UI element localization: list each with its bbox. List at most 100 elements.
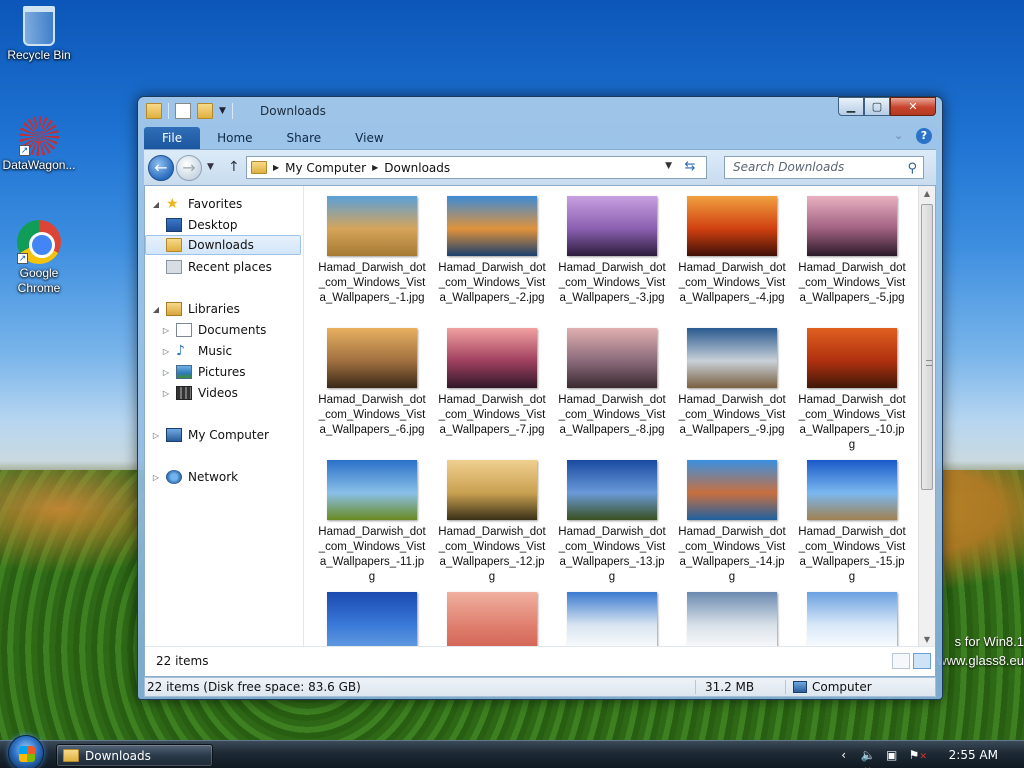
file-name: Hamad_Darwish_dot_com_Windows_Vista_Wall… xyxy=(798,262,906,304)
nav-item-my-computer[interactable]: ▷ My Computer xyxy=(151,425,269,445)
expand-arrow-icon[interactable]: ▷ xyxy=(161,368,171,377)
expand-arrow-icon[interactable]: ▷ xyxy=(151,473,161,482)
file-tile[interactable]: Hamad_Darwish_dot_com_Windows_Vista_Wall… xyxy=(557,196,667,306)
file-tile[interactable]: Hamad_Darwish_dot_com_Windows_Vista_Wall… xyxy=(317,328,427,438)
search-icon[interactable]: ⚲ xyxy=(907,158,917,179)
file-tile[interactable]: Hamad_Darwish_dot_com_Windows_Vista_Wall… xyxy=(557,460,667,585)
file-tile[interactable] xyxy=(557,592,667,648)
action-center-icon[interactable]: ⚑✕ xyxy=(909,748,927,762)
file-tile[interactable]: Hamad_Darwish_dot_com_Windows_Vista_Wall… xyxy=(557,328,667,438)
folder-icon xyxy=(251,161,267,174)
desktop-icon-google-chrome[interactable]: ↗ Google Chrome xyxy=(1,220,77,296)
expand-arrow-icon[interactable]: ▷ xyxy=(151,431,161,440)
nav-item-desktop[interactable]: Desktop xyxy=(166,215,238,235)
start-button[interactable] xyxy=(8,735,44,768)
breadcrumb-my-computer[interactable]: My Computer xyxy=(285,161,366,175)
nav-item-downloads[interactable]: Downloads xyxy=(145,235,301,255)
up-button[interactable]: ↑ xyxy=(228,159,240,175)
file-tile[interactable]: Hamad_Darwish_dot_com_Windows_Vista_Wall… xyxy=(317,460,427,585)
file-tile[interactable]: Hamad_Darwish_dot_com_Windows_Vista_Wall… xyxy=(797,196,907,306)
nav-item-favorites[interactable]: ◢ ★ Favorites xyxy=(151,194,242,214)
breadcrumb-separator-icon[interactable]: ▶ xyxy=(273,163,279,172)
vertical-scrollbar[interactable]: ▲ ▼ xyxy=(918,186,935,648)
show-hidden-icons-chevron-icon[interactable]: ‹ xyxy=(837,748,851,762)
address-bar[interactable]: ▶ My Computer ▶ Downloads ▼ ⇆ xyxy=(246,156,707,179)
breadcrumb-separator-icon[interactable]: ▶ xyxy=(372,163,378,172)
expand-ribbon-icon[interactable]: ⌄ xyxy=(894,129,908,143)
file-tile[interactable]: Hamad_Darwish_dot_com_Windows_Vista_Wall… xyxy=(677,196,787,306)
search-input[interactable]: Search Downloads ⚲ xyxy=(724,156,924,179)
view-switcher xyxy=(892,653,931,669)
collapse-arrow-icon[interactable]: ◢ xyxy=(151,305,161,314)
nav-item-music[interactable]: ▷ ♪ Music xyxy=(161,341,232,361)
nav-item-network[interactable]: ▷ Network xyxy=(151,467,238,487)
tab-share[interactable]: Share xyxy=(270,127,339,149)
help-icon[interactable]: ? xyxy=(916,128,932,144)
tab-file[interactable]: File xyxy=(144,127,201,149)
new-folder-icon[interactable] xyxy=(197,103,213,119)
nav-item-documents[interactable]: ▷ Documents xyxy=(161,320,266,340)
address-dropdown-icon[interactable]: ▼ xyxy=(665,161,672,171)
image-thumbnail xyxy=(687,196,777,256)
properties-icon[interactable] xyxy=(175,103,191,119)
nav-item-videos[interactable]: ▷ Videos xyxy=(161,383,238,403)
taskbar-item-downloads[interactable]: Downloads xyxy=(56,744,213,767)
expand-arrow-icon[interactable]: ▷ xyxy=(161,347,171,356)
back-button[interactable]: ← xyxy=(148,155,174,181)
scrollbar-thumb[interactable] xyxy=(921,204,933,490)
large-icons-view-button[interactable] xyxy=(913,653,931,669)
file-name: Hamad_Darwish_dot_com_Windows_Vista_Wall… xyxy=(678,262,786,304)
file-tile[interactable]: Hamad_Darwish_dot_com_Windows_Vista_Wall… xyxy=(437,328,547,438)
breadcrumb-downloads[interactable]: Downloads xyxy=(384,161,450,175)
file-tile[interactable] xyxy=(437,592,547,648)
maximize-button[interactable]: ▢ xyxy=(864,97,890,116)
minimize-icon: ▁ xyxy=(846,100,856,113)
expand-arrow-icon[interactable]: ▷ xyxy=(161,326,171,335)
recent-locations-dropdown-icon[interactable]: ▼ xyxy=(207,162,214,172)
customize-toolbar-dropdown-icon[interactable]: ▼ xyxy=(219,106,226,116)
navigation-pane: ◢ ★ Favorites Desktop Downloads Recent p… xyxy=(145,186,304,676)
clock[interactable]: 2:55 AM xyxy=(949,748,998,762)
title-bar[interactable]: ▼ Downloads ▁ ▢ ✕ xyxy=(138,97,942,125)
image-thumbnail xyxy=(447,460,537,520)
close-button[interactable]: ✕ xyxy=(890,97,936,116)
tab-view[interactable]: View xyxy=(338,127,400,149)
close-icon: ✕ xyxy=(908,100,918,113)
file-tile[interactable] xyxy=(797,592,907,648)
volume-muted-icon[interactable]: 🔈✕ xyxy=(861,748,876,768)
file-tile[interactable]: Hamad_Darwish_dot_com_Windows_Vista_Wall… xyxy=(797,460,907,585)
details-view-button[interactable] xyxy=(892,653,910,669)
network-icon xyxy=(166,470,182,484)
nav-item-recent-places[interactable]: Recent places xyxy=(166,257,272,277)
scroll-up-icon[interactable]: ▲ xyxy=(919,186,935,202)
collapse-arrow-icon[interactable]: ◢ xyxy=(151,200,161,209)
divider xyxy=(785,680,786,694)
recent-places-icon xyxy=(166,260,182,274)
tab-home[interactable]: Home xyxy=(200,127,269,149)
file-name: Hamad_Darwish_dot_com_Windows_Vista_Wall… xyxy=(438,262,546,304)
nav-label: Music xyxy=(198,344,233,358)
file-tile[interactable]: Hamad_Darwish_dot_com_Windows_Vista_Wall… xyxy=(437,460,547,585)
file-tile[interactable]: Hamad_Darwish_dot_com_Windows_Vista_Wall… xyxy=(797,328,907,453)
file-tile[interactable]: Hamad_Darwish_dot_com_Windows_Vista_Wall… xyxy=(677,328,787,438)
image-thumbnail xyxy=(807,460,897,520)
desktop-icon-recycle-bin[interactable]: Recycle Bin xyxy=(1,6,77,62)
file-tile[interactable]: Hamad_Darwish_dot_com_Windows_Vista_Wall… xyxy=(677,460,787,585)
navigation-bar: ← → ▼ ↑ ▶ My Computer ▶ Downloads ▼ ⇆ Se… xyxy=(144,149,936,185)
desktop-icon-datawagon[interactable]: ↗ DataWagon... xyxy=(1,116,77,172)
file-tile[interactable]: Hamad_Darwish_dot_com_Windows_Vista_Wall… xyxy=(437,196,547,306)
file-tile[interactable] xyxy=(677,592,787,648)
file-tile[interactable]: Hamad_Darwish_dot_com_Windows_Vista_Wall… xyxy=(317,196,427,306)
nav-item-libraries[interactable]: ◢ Libraries xyxy=(151,299,240,319)
network-icon[interactable]: ▣ xyxy=(885,748,899,762)
expand-arrow-icon[interactable]: ▷ xyxy=(161,389,171,398)
refresh-icon[interactable]: ⇆ xyxy=(680,159,700,176)
chrome-icon: ↗ xyxy=(17,220,61,264)
forward-button[interactable]: → xyxy=(176,155,202,181)
status-location: Computer xyxy=(793,680,872,694)
nav-item-pictures[interactable]: ▷ Pictures xyxy=(161,362,246,382)
minimize-button[interactable]: ▁ xyxy=(838,97,864,116)
file-tile[interactable] xyxy=(317,592,427,648)
status-items: 22 items (Disk free space: 83.6 GB) xyxy=(147,680,361,694)
file-name: Hamad_Darwish_dot_com_Windows_Vista_Wall… xyxy=(558,526,666,583)
